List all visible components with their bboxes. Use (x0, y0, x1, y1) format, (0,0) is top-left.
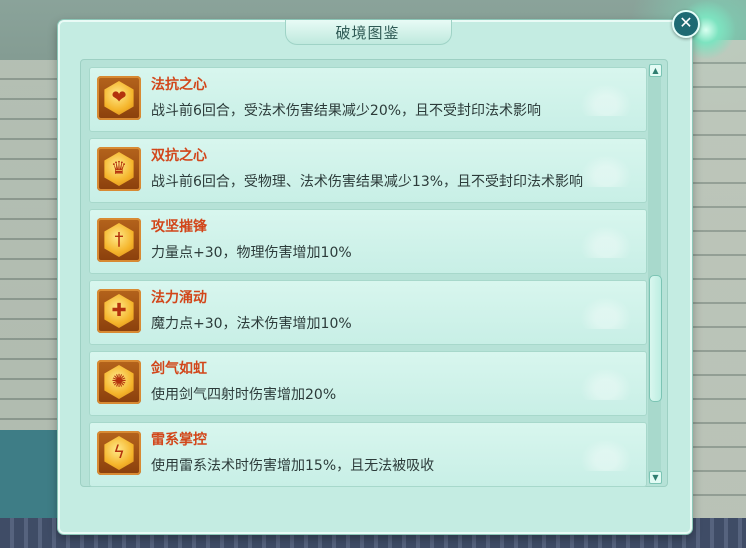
list-item[interactable]: ❤ 法抗之心 战斗前6回合，受法术伤害结果减少20%，且不受封印法术影响 (89, 67, 647, 132)
chevron-down-icon: ▼ (652, 473, 659, 482)
close-icon: ✕ (679, 13, 693, 32)
magic-burst-icon: ✚ (97, 289, 141, 333)
list-item[interactable]: † 攻坚摧锋 力量点+30，物理伤害增加10% (89, 209, 647, 274)
scrollbar-track[interactable] (648, 64, 661, 482)
item-description: 使用雷系法术时伤害增加15%，且无法被吸收 (151, 458, 435, 474)
scroll-down-button[interactable]: ▼ (649, 471, 662, 484)
list-item[interactable]: ✚ 法力涌动 魔力点+30，法术伤害增加10% (89, 280, 647, 345)
double-shield-icon: ♛ (97, 147, 141, 191)
scrollbar-thumb[interactable] (649, 275, 662, 402)
lotus-decoration (576, 293, 636, 329)
item-description: 力量点+30，物理伤害增加10% (151, 245, 352, 261)
background-wall-right (688, 40, 746, 548)
scroll-up-button[interactable]: ▲ (649, 64, 662, 77)
item-description: 魔力点+30，法术伤害增加10% (151, 316, 352, 332)
close-button[interactable]: ✕ (672, 10, 700, 38)
panel-title-tab: 破境图鉴 (285, 20, 452, 46)
item-description: 使用剑气四射时伤害增加20% (151, 387, 337, 403)
panel-title: 破境图鉴 (335, 24, 400, 42)
sword-aura-icon: ✺ (97, 360, 141, 404)
lotus-decoration (576, 151, 636, 187)
sword-icon: † (97, 218, 141, 262)
list-item[interactable]: ✺ 剑气如虹 使用剑气四射时伤害增加20% (89, 351, 647, 416)
heart-shield-icon: ❤ (97, 76, 141, 120)
item-description: 战斗前6回合，受法术伤害结果减少20%，且不受封印法术影响 (151, 103, 542, 119)
item-name: 法力涌动 (151, 290, 207, 306)
chevron-up-icon: ▲ (652, 66, 659, 75)
lightning-icon: ϟ (97, 431, 141, 475)
item-name: 剑气如虹 (151, 361, 207, 377)
lotus-decoration (576, 435, 636, 471)
item-description: 战斗前6回合，受物理、法术伤害结果减少13%，且不受封印法术影响 (151, 174, 584, 190)
item-name: 法抗之心 (151, 77, 207, 93)
item-name: 攻坚摧锋 (151, 219, 207, 235)
lotus-decoration (576, 80, 636, 116)
list-item[interactable]: ϟ 雷系掌控 使用雷系法术时伤害增加15%，且无法被吸收 (89, 422, 647, 487)
lotus-decoration (576, 364, 636, 400)
item-name: 雷系掌控 (151, 432, 207, 448)
lotus-decoration (576, 222, 636, 258)
list-item[interactable]: ♛ 双抗之心 战斗前6回合，受物理、法术伤害结果减少13%，且不受封印法术影响 (89, 138, 647, 203)
item-name: 双抗之心 (151, 148, 207, 164)
